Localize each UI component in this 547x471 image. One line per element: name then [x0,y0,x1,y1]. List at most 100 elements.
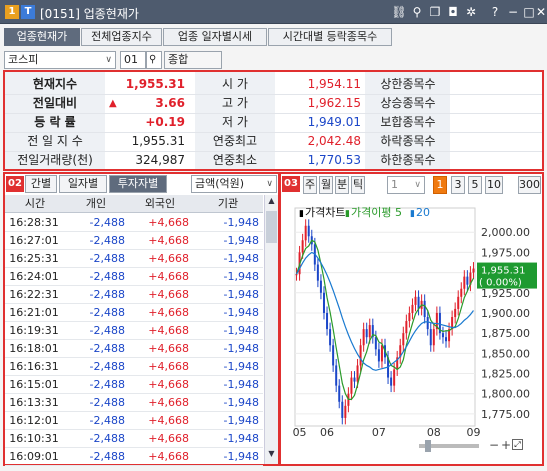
cell-foreign: +4,668 [148,270,189,283]
cell-foreign: +4,668 [148,216,189,229]
table-row: 16:15:01 -2,488 +4,668 -1,948 [5,376,263,394]
unit-select-value: 금액(억원) [195,177,245,190]
market-select[interactable]: 코스피 ∨ [4,51,116,69]
candle-body [423,300,426,317]
summary-right-label-2: 저 가 [222,115,248,129]
period-minute[interactable]: 분 [335,176,349,194]
summary-value-4: 324,987 [135,153,185,167]
candle-body [295,274,298,276]
search-icon[interactable]: ⚲ [146,51,162,69]
candle-body [368,325,371,338]
tab-all-index[interactable]: 전체업종지수 [81,28,162,46]
legend-marker: ▮ [345,209,350,219]
window-badge-2: T [21,5,35,19]
cell-time: 16:22:31 [9,288,59,301]
chevron-down-icon: ∨ [105,55,112,65]
num-button-1[interactable]: 1 [433,176,447,194]
y-tick-label: 1,825.00 [481,368,530,381]
num-button-3[interactable]: 3 [451,176,465,194]
panel-badge-03: 03 [282,176,300,192]
tab-interval[interactable]: 간별 [25,175,57,193]
candle-body [402,333,405,346]
gear-icon[interactable]: ✲ [463,4,479,20]
tab-daily-quotes[interactable]: 업종 일자별시세 [163,28,267,46]
candle-body [429,329,432,346]
summary-right-label-4: 연중최소 [212,153,258,167]
scroll-thumb[interactable] [266,211,277,243]
chevron-down-icon: ∨ [266,179,273,189]
cell-institution: -1,948 [223,288,259,301]
camera-icon[interactable]: ◘ [445,4,461,20]
candle-body [316,264,319,281]
tab-by-investor[interactable]: 투자자별 [109,175,167,193]
panel-badge-02: 02 [6,176,24,192]
link-icon[interactable]: ⛓ [391,4,407,20]
candle-body [304,225,307,241]
window-title: [0151] 업종현재가 [40,7,139,21]
cell-time: 16:19:31 [9,324,59,337]
candle-body [414,296,417,305]
summary-right-label-3: 연중최고 [212,134,258,148]
summary-label-1: 전일대비 [32,96,78,110]
zoom-in-icon[interactable]: + [501,438,511,452]
cell-time: 16:27:01 [9,234,59,247]
stock-count-label-0: 상한종목수 [380,77,436,91]
table-row: 16:19:31 -2,488 +4,668 -1,948 [5,322,263,340]
cell-institution: -1,948 [223,360,259,373]
cell-institution: -1,948 [223,270,259,283]
tab-daily[interactable]: 일자별 [59,175,107,193]
current-price-label: 1,955.31 [481,266,526,277]
cell-foreign: +4,668 [148,342,189,355]
col-foreign: 외국인 [144,197,176,210]
y-tick-label: 1,775.00 [481,408,530,421]
expand-icon[interactable]: ⤢ [512,439,523,450]
scroll-down-icon[interactable]: ▼ [266,449,277,461]
close-icon[interactable]: ✕ [535,4,547,20]
tab-timezone-counts[interactable]: 시간대별 등락종목수 [268,28,392,46]
scrollbar[interactable]: ▲ ▼ [264,195,278,464]
cell-individual: -2,488 [89,432,125,445]
unit-select[interactable]: 금액(억원) ∨ [191,175,277,193]
period-tick[interactable]: 틱 [351,176,365,194]
candle-body [393,369,396,386]
tab-index-price[interactable]: 업종현재가 [4,28,80,46]
candle-body [432,329,435,346]
table-row: 16:24:01 -2,488 +4,668 -1,948 [5,268,263,286]
price-chart: 1,775.00 1,800.00 1,825.00 1,850.00 1,875.00… [285,198,541,440]
market-select-value: 코스피 [8,53,39,66]
zoom-slider-handle[interactable] [425,440,431,452]
code-input[interactable]: 01 [120,51,146,69]
candle-body [307,225,310,237]
cell-time: 16:10:31 [9,432,59,445]
scroll-up-icon[interactable]: ▲ [266,196,277,208]
interval-select[interactable]: 1 ∨ [387,176,425,194]
period-month[interactable]: 월 [319,176,333,194]
table-row: 16:12:01 -2,488 +4,668 -1,948 [5,412,263,430]
x-tick-label: 06 [320,426,334,439]
stock-count-label-4: 하한종목수 [380,153,436,167]
summary-right-value-2: 1,949.01 [307,115,361,129]
zoom-out-icon[interactable]: − [489,438,499,452]
table-row: 16:18:01 -2,488 +4,668 -1,948 [5,340,263,358]
count-input[interactable]: 300 [518,176,541,194]
cell-individual: -2,488 [89,396,125,409]
chevron-down-icon: ∨ [414,180,421,190]
candle-body [344,405,347,418]
period-week[interactable]: 주 [303,176,317,194]
stock-count-label-3: 하락종목수 [380,134,436,148]
summary-right-label-0: 시 가 [222,77,248,91]
cell-institution: -1,948 [223,306,259,319]
minimize-icon[interactable]: − [505,4,521,20]
filter-icon[interactable]: ⚲ [409,4,425,20]
cell-foreign: +4,668 [148,432,189,445]
y-tick-label: 1,800.00 [481,388,530,401]
num-button-10[interactable]: 10 [485,176,503,194]
copy-icon[interactable]: ❐ [427,4,443,20]
cell-individual: -2,488 [89,414,125,427]
num-button-5[interactable]: 5 [468,176,482,194]
candle-body [426,317,429,330]
candle-body [350,377,353,394]
y-tick-label: 1,900.00 [481,307,530,320]
help-icon[interactable]: ? [487,4,503,20]
candle-body [353,377,356,382]
